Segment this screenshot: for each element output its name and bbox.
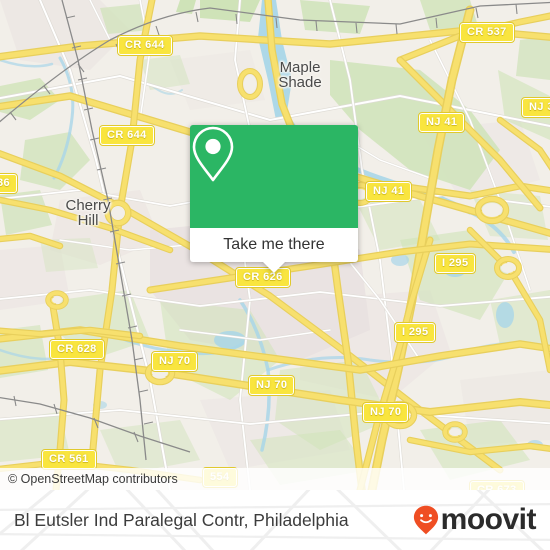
destination-popup-card[interactable]: Take me there xyxy=(190,125,358,273)
moovit-logo[interactable]: moovit xyxy=(413,490,537,550)
osm-attribution-text: © OpenStreetMap contributors xyxy=(8,472,178,486)
shield-nj-70-east[interactable]: NJ 70 xyxy=(361,402,410,423)
shield-cr-644-south[interactable]: CR 644 xyxy=(99,125,155,146)
shield-nj-41-north[interactable]: NJ 41 xyxy=(417,112,466,133)
shield-i-295-south[interactable]: I 295 xyxy=(393,322,437,343)
take-me-there-button[interactable]: Take me there xyxy=(190,228,358,262)
moovit-pin-icon xyxy=(413,505,438,535)
map-canvas[interactable]: .g{fill:#cfe3b8} .u{fill:#e9e1e0} .w{fil… xyxy=(0,0,550,490)
shield-cr-644-north[interactable]: CR 644 xyxy=(117,35,173,56)
shield-36[interactable]: 36 xyxy=(0,173,19,194)
location-title: Bl Eutsler Ind Paralegal Contr, Philadel… xyxy=(14,490,349,550)
shield-nj-41-south[interactable]: NJ 41 xyxy=(364,181,413,202)
take-me-there-label: Take me there xyxy=(223,236,325,253)
map-pin-icon xyxy=(192,126,234,182)
shield-nj-3x[interactable]: NJ 3 xyxy=(521,97,550,118)
popup-header xyxy=(190,125,358,228)
footer-bar: Bl Eutsler Ind Paralegal Contr, Philadel… xyxy=(0,490,550,550)
screenshot-root: .g{fill:#cfe3b8} .u{fill:#e9e1e0} .w{fil… xyxy=(0,0,550,550)
shield-cr-537[interactable]: CR 537 xyxy=(459,22,515,43)
shield-nj-70-mid[interactable]: NJ 70 xyxy=(247,375,296,396)
shield-nj-70-west[interactable]: NJ 70 xyxy=(150,351,199,372)
shield-cr-561[interactable]: CR 561 xyxy=(41,449,97,470)
location-title-text: Bl Eutsler Ind Paralegal Contr, Philadel… xyxy=(14,509,349,530)
shield-i-295-north[interactable]: I 295 xyxy=(433,253,477,274)
popup-pointer-tail xyxy=(263,262,285,273)
moovit-wordmark: moovit xyxy=(440,503,537,536)
shield-cr-628[interactable]: CR 628 xyxy=(49,339,105,360)
osm-attribution[interactable]: © OpenStreetMap contributors xyxy=(0,468,550,490)
